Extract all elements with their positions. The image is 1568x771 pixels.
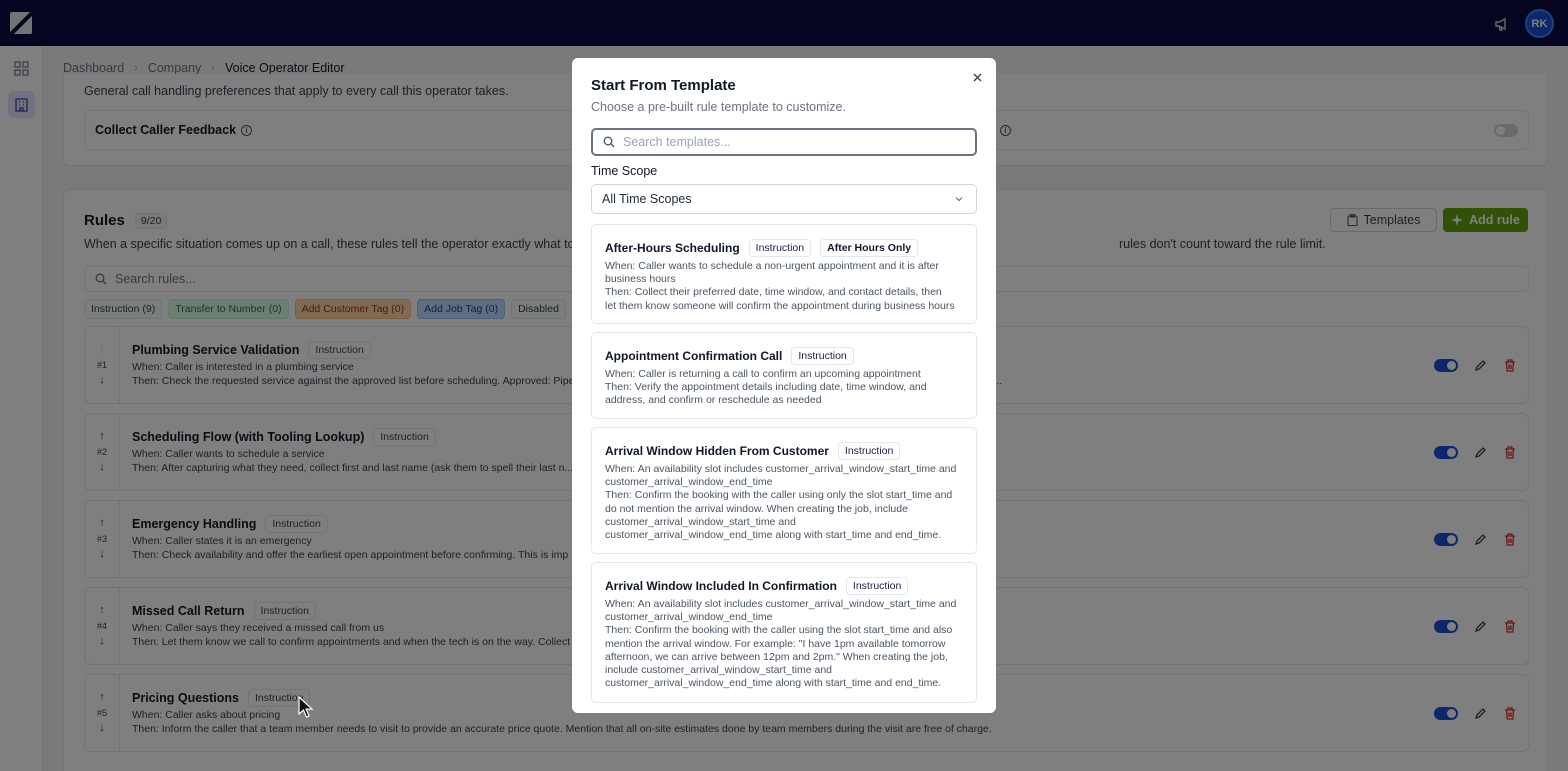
template-title-row: Appointment Confirmation Call Instructio… bbox=[605, 347, 854, 365]
template-card[interactable]: Appointment Confirmation Call Instructio… bbox=[591, 332, 977, 419]
template-tag: After Hours Only bbox=[820, 239, 919, 257]
close-icon[interactable] bbox=[970, 70, 984, 84]
template-tag: Instruction bbox=[748, 239, 812, 257]
template-line: mention the arrival window. For example:… bbox=[605, 637, 946, 650]
mouse-cursor-icon bbox=[298, 696, 314, 718]
template-line: address, and confirm or reschedule as ne… bbox=[605, 394, 822, 407]
template-tag: Instruction bbox=[837, 442, 901, 460]
template-body: When: An availability slot includes cust… bbox=[605, 598, 965, 690]
template-search[interactable] bbox=[591, 128, 977, 156]
modal-subtitle: Choose a pre-built rule template to cust… bbox=[591, 100, 846, 114]
time-scope-value: All Time Scopes bbox=[602, 192, 692, 206]
template-body: When: An availability slot includes cust… bbox=[605, 463, 965, 542]
template-tag: Instruction bbox=[791, 347, 854, 365]
template-line: business hours bbox=[605, 273, 676, 286]
template-line: do not mention the arrival window. When … bbox=[605, 502, 908, 515]
template-title: Appointment Confirmation Call bbox=[605, 349, 783, 363]
template-title: Arrival Window Hidden From Customer bbox=[605, 444, 829, 458]
template-line: Then: Verify the appointment details inc… bbox=[605, 381, 927, 394]
template-modal: Start From Template Choose a pre-built r… bbox=[572, 58, 996, 713]
template-line: afternoon, we can arrive between 12pm an… bbox=[605, 650, 948, 663]
template-line: customer_arrival_window_end_time bbox=[605, 611, 773, 624]
template-line: When: Caller is returning a call to conf… bbox=[605, 368, 921, 380]
template-title-row: Arrival Window Hidden From Customer Inst… bbox=[605, 442, 901, 460]
template-card[interactable]: After-Hours Scheduling Instruction After… bbox=[591, 224, 977, 324]
template-line: customer_arrival_window_end_time along w… bbox=[605, 677, 942, 690]
time-scope-label: Time Scope bbox=[591, 164, 658, 178]
template-line: When: An availability slot includes cust… bbox=[605, 598, 957, 610]
template-line: customer_arrival_window_start_time and bbox=[605, 515, 796, 528]
template-line: Then: Confirm the booking with the calle… bbox=[605, 489, 953, 502]
template-tag: Instruction bbox=[845, 577, 909, 595]
template-line: let them know someone will confirm the a… bbox=[605, 299, 955, 312]
template-title-row: Arrival Window Included In Confirmation … bbox=[605, 577, 909, 595]
template-line: When: An availability slot includes cust… bbox=[605, 463, 957, 475]
template-title: After-Hours Scheduling bbox=[605, 241, 740, 255]
template-line: customer_arrival_window_end_time along w… bbox=[605, 529, 942, 542]
template-line: Then: Confirm the booking with the calle… bbox=[605, 624, 953, 637]
search-icon bbox=[603, 136, 615, 148]
template-line: Then: Collect their preferred date, time… bbox=[605, 286, 942, 299]
template-line: When: Caller wants to schedule a non-urg… bbox=[605, 260, 939, 272]
template-title: Arrival Window Included In Confirmation bbox=[605, 579, 837, 593]
template-line: include customer_arrival_window_start_ti… bbox=[605, 664, 833, 677]
time-scope-select[interactable]: All Time Scopes bbox=[591, 184, 977, 214]
template-search-input[interactable] bbox=[623, 135, 963, 149]
modal-title: Start From Template bbox=[591, 77, 736, 94]
chevron-down-icon bbox=[955, 197, 963, 202]
template-title-row: After-Hours Scheduling Instruction After… bbox=[605, 239, 919, 257]
template-card[interactable]: Arrival Window Hidden From Customer Inst… bbox=[591, 427, 977, 554]
template-body: When: Caller is returning a call to conf… bbox=[605, 368, 965, 408]
template-card[interactable]: Arrival Window Included In Confirmation … bbox=[591, 562, 977, 703]
template-body: When: Caller wants to schedule a non-urg… bbox=[605, 260, 965, 313]
template-line: customer_arrival_window_end_time bbox=[605, 476, 773, 489]
